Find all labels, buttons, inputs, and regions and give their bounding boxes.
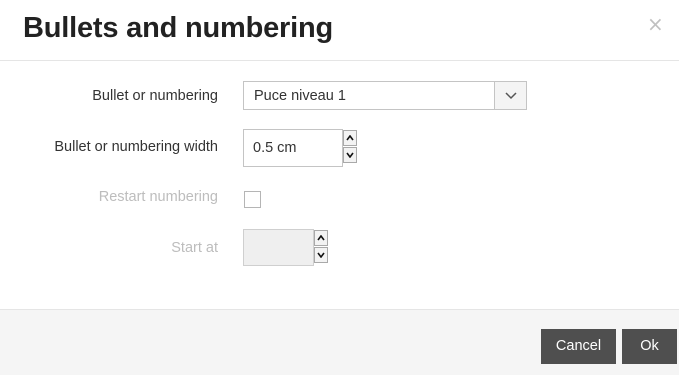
start-at-label: Start at: [171, 240, 218, 256]
chevron-down-icon: [317, 252, 325, 258]
dialog-footer: Cancel Ok: [0, 309, 679, 375]
bullet-select[interactable]: Puce niveau 1: [243, 81, 527, 110]
width-input[interactable]: [244, 130, 340, 166]
chevron-up-icon: [317, 235, 325, 241]
restart-checkbox[interactable]: [244, 191, 261, 208]
start-at-stepper-down[interactable]: [314, 247, 328, 263]
start-at-stepper: [314, 230, 328, 264]
start-at-input[interactable]: [244, 230, 311, 265]
chevron-down-icon: [346, 152, 354, 158]
chevron-down-icon[interactable]: [494, 82, 526, 109]
ok-button[interactable]: Ok: [622, 329, 677, 364]
start-at-field-box: [243, 229, 314, 266]
width-label: Bullet or numbering width: [54, 139, 218, 155]
cancel-button[interactable]: Cancel: [541, 329, 616, 364]
bullet-select-value: Puce niveau 1: [254, 88, 346, 104]
dialog-title: Bullets and numbering: [23, 12, 333, 44]
width-stepper-up[interactable]: [343, 130, 357, 146]
width-stepper-down[interactable]: [343, 147, 357, 163]
width-field-box: [243, 129, 343, 167]
width-stepper: [343, 130, 357, 164]
start-at-stepper-up[interactable]: [314, 230, 328, 246]
bullets-dialog: Bullets and numbering × Bullet or number…: [0, 0, 679, 375]
chevron-up-icon: [346, 135, 354, 141]
restart-label: Restart numbering: [98, 189, 218, 205]
bullet-label: Bullet or numbering: [92, 88, 218, 104]
close-icon[interactable]: ×: [647, 13, 664, 35]
dialog-header: Bullets and numbering ×: [0, 0, 679, 61]
